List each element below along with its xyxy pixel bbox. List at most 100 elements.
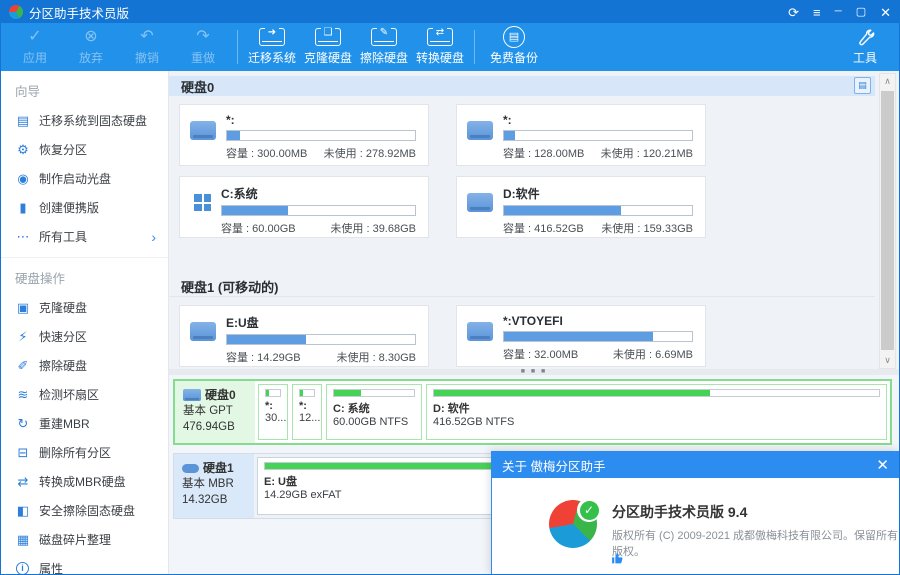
partition-block[interactable]: *: 12... (292, 384, 322, 440)
partition-block[interactable]: D: 软件 416.52GB NTFS (426, 384, 887, 440)
migrate-disk-icon: ➜ (259, 27, 285, 46)
capacity-text: 容量 : 60.00GB (221, 223, 296, 235)
disk0-label[interactable]: 硬盘0 基本 GPT 476.94GB (175, 381, 255, 443)
discard-label: 放弃 (78, 51, 103, 65)
tools-button[interactable]: 工具 (837, 24, 893, 70)
sidebar-item-portable-version[interactable]: ▮ 创建便携版 (1, 193, 168, 222)
partition-card[interactable]: C:系统 容量 : 60.00GB 未使用 : 39.68GB (179, 176, 429, 238)
sidebar-item-clone-disk[interactable]: ▣ 克隆硬盘 (1, 293, 168, 322)
rebuild-icon: ↻ (17, 415, 29, 431)
app-logo-icon (9, 5, 23, 19)
disk1-label[interactable]: 硬盘1 基本 MBR 14.32GB (174, 454, 254, 518)
partition-name: *: (503, 113, 512, 127)
disk0-group-header[interactable]: 硬盘0 (169, 76, 875, 96)
sidebar-item-migrate-os-to-ssd[interactable]: ▤ 迁移系统到固态硬盘 (1, 106, 168, 135)
toolbar-separator (237, 30, 238, 64)
undo-button[interactable]: ↶ 撤销 (119, 24, 175, 70)
toolbar-separator (474, 30, 475, 64)
convert-disk-icon: ⇄ (427, 27, 453, 46)
free-text: 未使用 : 39.68GB (330, 223, 416, 235)
toolbar: ✓ 应用 ⊗ 放弃 ↶ 撤销 ↷ 重做 ➜ 迁移系统 ❑ 克隆硬盘 ✎ 擦除硬盘… (1, 23, 899, 71)
wipe-disk-label: 擦除硬盘 (359, 51, 408, 65)
capacity-text: 容量 : 14.29GB (226, 352, 301, 364)
scroll-down-icon[interactable]: ∨ (880, 353, 895, 368)
clone-disk-label: 克隆硬盘 (303, 51, 352, 65)
sidebar-item-check-bad-sectors[interactable]: ≋ 检测坏扇区 (1, 380, 168, 409)
partition-block[interactable]: *: 30... (258, 384, 288, 440)
maximize-button[interactable]: ▢ (856, 6, 866, 18)
disc-icon: ◉ (17, 170, 29, 186)
free-text: 未使用 : 8.30GB (336, 352, 416, 364)
sidebar-item-defragment[interactable]: ▦ 磁盘碎片整理 (1, 525, 168, 554)
discard-icon: ⊗ (84, 28, 98, 45)
redo-icon: ↷ (196, 28, 210, 45)
disk1-group-header[interactable]: 硬盘1 (可移动的) (169, 277, 875, 297)
wipe-disk-icon: ✎ (371, 27, 397, 46)
ellipsis-icon: ⋯ (16, 228, 30, 244)
partition-name: *: (226, 113, 235, 127)
backup-icon: ▤ (503, 26, 525, 48)
migrate-os-button[interactable]: ➜ 迁移系统 (244, 24, 300, 70)
drive-icon (190, 322, 216, 341)
sidebar-item-all-tools[interactable]: ⋯ 所有工具 › (1, 222, 168, 251)
partition-card[interactable]: D:软件 容量 : 416.52GB 未使用 : 159.33GB (456, 176, 706, 238)
disk0-row[interactable]: 硬盘0 基本 GPT 476.94GB *: 30... *: 12... C:… (173, 379, 892, 445)
clone-disk-button[interactable]: ❑ 克隆硬盘 (300, 24, 356, 70)
drive-icon (467, 121, 493, 140)
sidebar-item-recover-partition[interactable]: ⚙ 恢复分区 (1, 135, 168, 164)
usage-bar (503, 331, 693, 342)
wipe-disk-button[interactable]: ✎ 擦除硬盘 (356, 24, 412, 70)
sidebar-item-rebuild-mbr[interactable]: ↻ 重建MBR (1, 409, 168, 438)
minimize-button[interactable]: ─ (835, 7, 842, 17)
undo-label: 撤销 (134, 51, 159, 65)
drive-icon (467, 193, 493, 212)
partition-card[interactable]: *: 容量 : 128.00MB 未使用 : 120.21MB (456, 104, 706, 166)
sidebar: 向导 ▤ 迁移系统到固态硬盘 ⚙ 恢复分区 ◉ 制作启动光盘 ▮ 创建便携版 ⋯… (1, 71, 169, 574)
trash-icon: ⊟ (17, 444, 29, 460)
usage-bar (221, 205, 416, 216)
free-text: 未使用 : 278.92MB (323, 148, 416, 160)
free-backup-button[interactable]: ▤ 免费备份 (481, 24, 547, 70)
window-title: 分区助手技术员版 (29, 6, 130, 21)
windows-logo-icon (194, 194, 211, 211)
sidebar-section-wizard: 向导 (15, 85, 41, 99)
partition-block[interactable]: C: 系统 60.00GB NTFS (326, 384, 422, 440)
sidebar-item-secure-erase-ssd[interactable]: ◧ 安全擦除固态硬盘 (1, 496, 168, 525)
sidebar-item-properties[interactable]: i 属性 (1, 554, 168, 574)
dialog-close-button[interactable]: ✕ (876, 456, 889, 474)
partition-card[interactable]: E:U盘 容量 : 14.29GB 未使用 : 8.30GB (179, 305, 429, 367)
partition-card[interactable]: *: 容量 : 300.00MB 未使用 : 278.92MB (179, 104, 429, 166)
scroll-up-icon[interactable]: ∧ (880, 74, 895, 89)
defrag-icon: ▦ (16, 531, 30, 547)
sidebar-item-delete-all-partitions[interactable]: ⊟ 删除所有分区 (1, 438, 168, 467)
menu-icon[interactable]: ≡ (813, 6, 821, 19)
refresh-icon[interactable]: ⟳ (788, 6, 799, 19)
scrollbar-thumb[interactable] (881, 91, 894, 350)
drive-icon (190, 121, 216, 140)
apply-button[interactable]: ✓ 应用 (7, 24, 63, 70)
sidebar-item-wipe-disk[interactable]: ✐ 擦除硬盘 (1, 351, 168, 380)
usage-bar (503, 130, 693, 141)
free-text: 未使用 : 6.69MB (612, 349, 693, 361)
redo-button[interactable]: ↷ 重做 (175, 24, 231, 70)
recover-icon: ⚙ (17, 141, 29, 157)
disk-type: 基本 GPT (183, 405, 233, 417)
thumb-up-icon (611, 552, 624, 568)
close-button[interactable]: ✕ (880, 6, 891, 19)
convert-disk-button[interactable]: ⇄ 转换硬盘 (412, 24, 468, 70)
broom-icon: ✐ (17, 357, 29, 373)
sidebar-item-bootable-media[interactable]: ◉ 制作启动光盘 (1, 164, 168, 193)
free-backup-label: 免费备份 (489, 51, 538, 65)
wrench-icon (856, 28, 875, 46)
partition-name: D:软件 (503, 187, 540, 201)
clone-disk-icon: ❑ (315, 27, 341, 46)
redo-label: 重做 (190, 51, 215, 65)
discard-button[interactable]: ⊗ 放弃 (63, 24, 119, 70)
view-toggle-icon[interactable]: ▤ (854, 77, 871, 94)
sidebar-item-quick-partition[interactable]: ⚡ 快速分区 (1, 322, 168, 351)
sidebar-item-convert-to-mbr[interactable]: ⇄ 转换成MBR硬盘 (1, 467, 168, 496)
usage-bar (226, 130, 416, 141)
partition-card[interactable]: *:VTOYEFI 容量 : 32.00MB 未使用 : 6.69MB (456, 305, 706, 367)
vertical-scrollbar[interactable]: ∧ ∨ (879, 73, 896, 369)
disk-type: 基本 MBR (182, 478, 234, 490)
